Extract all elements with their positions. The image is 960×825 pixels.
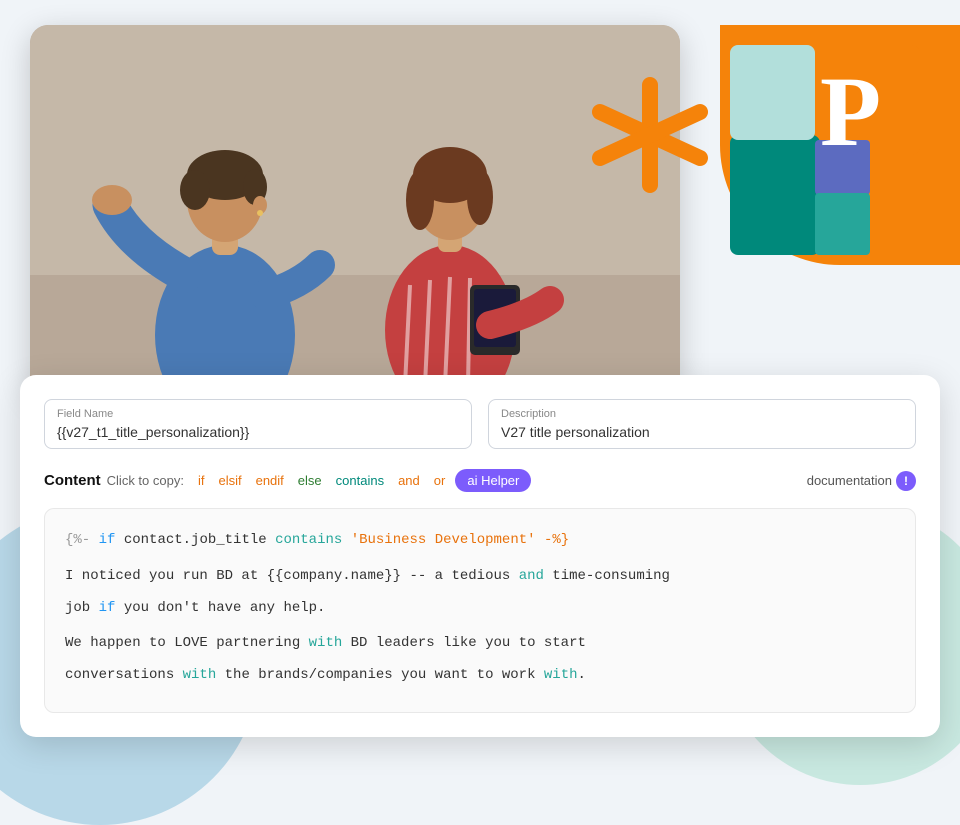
tag-contains[interactable]: contains [332, 471, 388, 490]
code-line-5: conversations with the brands/companies … [65, 664, 895, 688]
code-line-4: We happen to LOVE partnering with BD lea… [65, 632, 895, 656]
documentation-text: documentation [807, 473, 892, 488]
field-name-label: Field Name [57, 408, 459, 420]
svg-text:P: P [820, 56, 881, 167]
form-card: Field Name {{v27_t1_title_personalizatio… [20, 375, 940, 737]
click-to-copy-text: Click to copy: [107, 473, 184, 488]
code-block: {%- if contact.job_title contains 'Busin… [44, 508, 916, 713]
field-name-value: {{v27_t1_title_personalization}} [57, 424, 459, 440]
exclamation-icon: ! [896, 471, 916, 491]
tag-else[interactable]: else [294, 471, 326, 490]
code-line-1: {%- if contact.job_title contains 'Busin… [65, 529, 895, 553]
ai-helper-button[interactable]: ai Helper [455, 469, 531, 492]
tag-if[interactable]: if [194, 471, 209, 490]
description-value: V27 title personalization [501, 424, 903, 440]
tag-or[interactable]: or [430, 471, 450, 490]
brand-logo: P [730, 45, 920, 260]
tag-and[interactable]: and [394, 471, 424, 490]
code-line-3: job if you don't have any help. [65, 597, 895, 621]
content-bar: Content Click to copy: if elsif endif el… [44, 469, 916, 492]
content-label: Content [44, 472, 101, 489]
description-label: Description [501, 408, 903, 420]
persons-illustration [30, 25, 680, 395]
tag-elsif[interactable]: elsif [214, 471, 245, 490]
tag-endif[interactable]: endif [252, 471, 288, 490]
code-line-2: I noticed you run BD at {{company.name}}… [65, 565, 895, 589]
field-name-input[interactable]: Field Name {{v27_t1_title_personalizatio… [44, 399, 472, 449]
input-row: Field Name {{v27_t1_title_personalizatio… [44, 399, 916, 449]
description-input[interactable]: Description V27 title personalization [488, 399, 916, 449]
hero-image [30, 25, 680, 395]
documentation-link[interactable]: documentation ! [807, 471, 916, 491]
asterisk-logo [590, 75, 710, 200]
